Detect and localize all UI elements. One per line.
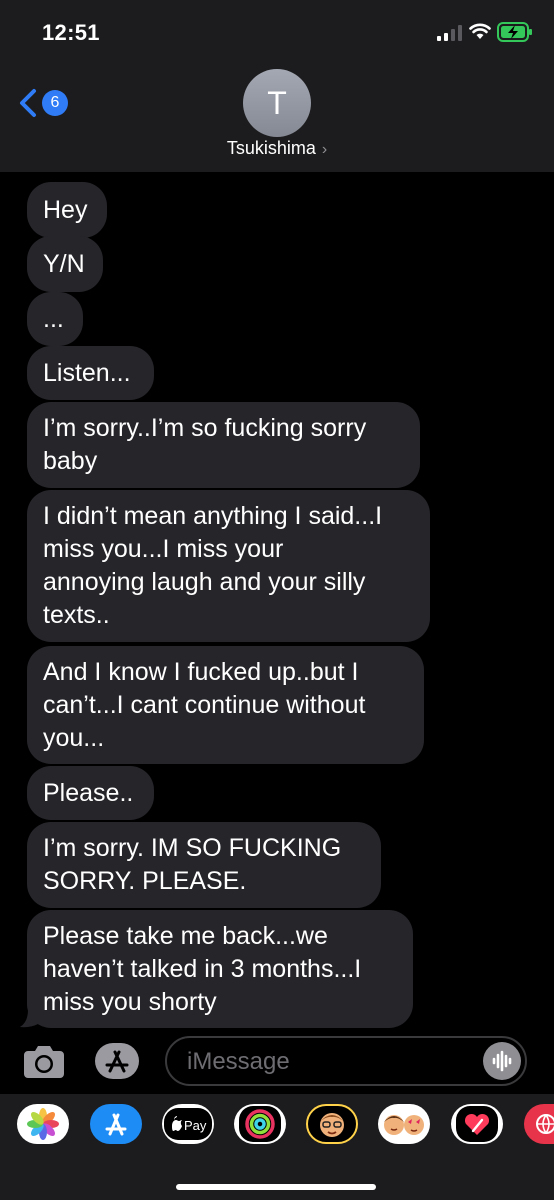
app-store-icon[interactable]: [90, 1104, 142, 1144]
message-bubble[interactable]: I’m sorry..I’m so fucking sorry baby: [27, 402, 420, 488]
audio-message-button[interactable]: [483, 1042, 521, 1080]
message-text-line: texts..: [43, 601, 110, 629]
activity-icon[interactable]: [234, 1104, 286, 1144]
chevron-right-icon: ›: [321, 141, 328, 158]
back-button[interactable]: 6: [18, 86, 70, 120]
digital-touch-icon[interactable]: [451, 1104, 503, 1144]
message-text: ...: [43, 304, 64, 333]
wifi-icon: [469, 23, 491, 39]
home-indicator[interactable]: [176, 1184, 376, 1190]
photos-icon[interactable]: [17, 1104, 69, 1144]
contact-avatar[interactable]: T: [243, 69, 311, 137]
message-text-line: miss you shorty: [43, 987, 217, 1016]
cellular-signal-icon: [437, 25, 462, 41]
message-text-line: I didn’t mean anything I said...I: [43, 502, 383, 530]
message-bubble[interactable]: Hey: [27, 182, 107, 238]
apple-pay-label: Pay: [184, 1118, 207, 1133]
message-text-line: annoying laugh and your silly: [43, 568, 366, 596]
message-text: Listen...: [43, 358, 131, 387]
message-text-line: can’t...I cant continue without: [43, 690, 366, 719]
message-text-line: you...: [43, 723, 105, 752]
message-bubble[interactable]: I didn’t mean anything I said...I miss y…: [27, 490, 430, 642]
unread-count-badge: 6: [42, 90, 68, 116]
message-text-line: I’m sorry..I’m so fucking sorry: [43, 414, 367, 442]
imessage-input[interactable]: [185, 1038, 479, 1086]
message-bubble[interactable]: Please take me back...we haven’t talked …: [27, 910, 413, 1028]
apple-pay-icon[interactable]: Pay: [162, 1104, 214, 1144]
message-bubble[interactable]: Y/N: [27, 236, 103, 292]
memoji-icon[interactable]: [306, 1104, 358, 1144]
app-store-button-icon[interactable]: [94, 1042, 140, 1080]
message-text-line: haven’t talked in 3 months...I: [43, 954, 362, 983]
message-field[interactable]: [165, 1036, 527, 1086]
contact-name-button[interactable]: Tsukishima ›: [0, 138, 554, 159]
message-thread[interactable]: Hey Y/N ... Listen... I’m sorry..I’m so …: [0, 172, 554, 1030]
waveform-icon: [492, 1050, 512, 1072]
memoji-stickers-icon[interactable]: [378, 1104, 430, 1144]
message-bubble[interactable]: Please..: [27, 766, 154, 820]
status-time: 12:51: [42, 20, 100, 45]
message-bubble[interactable]: I’m sorry. IM SO FUCKING SORRY. PLEASE.: [27, 822, 381, 908]
message-text-line: And I know I fucked up..but I: [43, 657, 359, 686]
message-bubble[interactable]: Listen...: [27, 346, 154, 400]
message-text: Hey: [43, 195, 88, 224]
message-text-line: baby: [43, 447, 98, 475]
message-text: Y/N: [43, 249, 85, 278]
message-bubble[interactable]: And I know I fucked up..but I can’t...I …: [27, 646, 424, 764]
chevron-left-icon: [20, 89, 36, 117]
bubble-tail: [20, 1010, 38, 1028]
globe-icon[interactable]: [524, 1104, 554, 1144]
message-text-line: Please take me back...we: [43, 921, 328, 950]
message-text: Please..: [43, 778, 134, 807]
message-text-line: I’m sorry. IM SO FUCKING: [43, 834, 342, 862]
contact-name: Tsukishima: [226, 138, 316, 158]
camera-icon[interactable]: [22, 1043, 66, 1079]
message-text-line: SORRY. PLEASE.: [43, 867, 247, 895]
battery-charging-icon: [497, 22, 532, 42]
message-text-line: miss you...I miss your: [43, 535, 284, 563]
message-bubble[interactable]: ...: [27, 292, 83, 346]
conversation-header: 12:51 6 T Tsukishima ›: [0, 0, 554, 172]
compose-bar: [0, 1030, 554, 1094]
